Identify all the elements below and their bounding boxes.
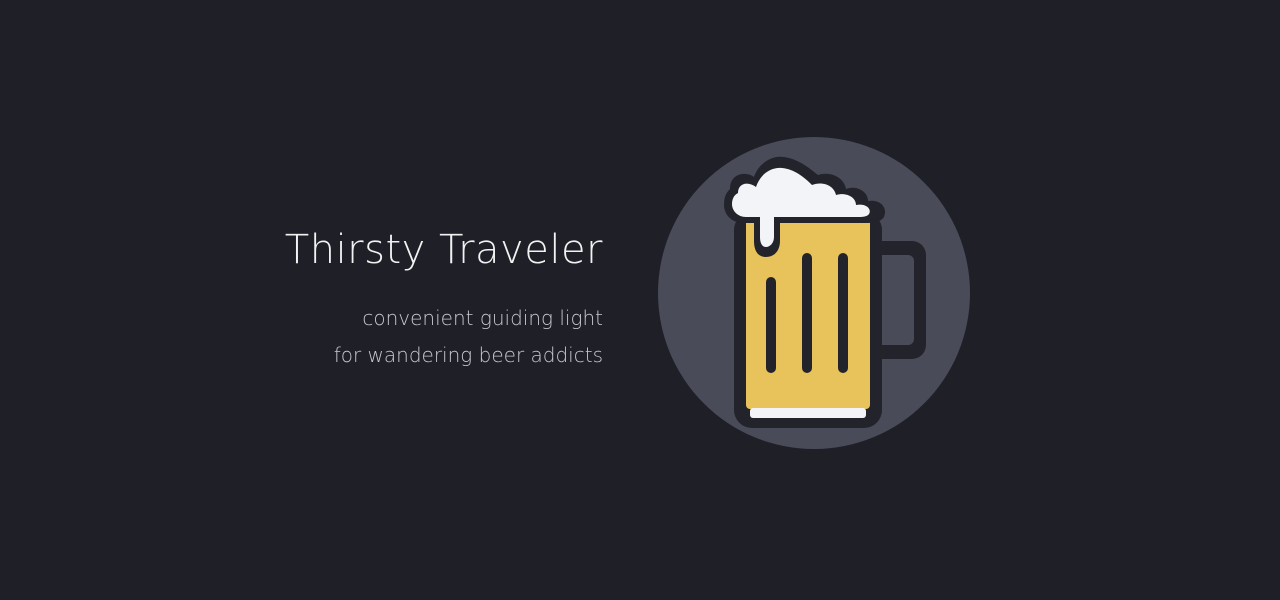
app-title: Thirsty Traveler xyxy=(284,227,603,273)
tagline-line-2: for wandering beer addicts xyxy=(333,343,603,367)
beer-mug-icon xyxy=(658,137,970,449)
brand-text: Thirsty Traveler convenient guiding ligh… xyxy=(285,224,603,374)
tagline: convenient guiding light for wandering b… xyxy=(285,300,603,374)
tagline-line-1: convenient guiding light xyxy=(362,306,603,330)
landing-screen: Thirsty Traveler convenient guiding ligh… xyxy=(0,0,1280,600)
